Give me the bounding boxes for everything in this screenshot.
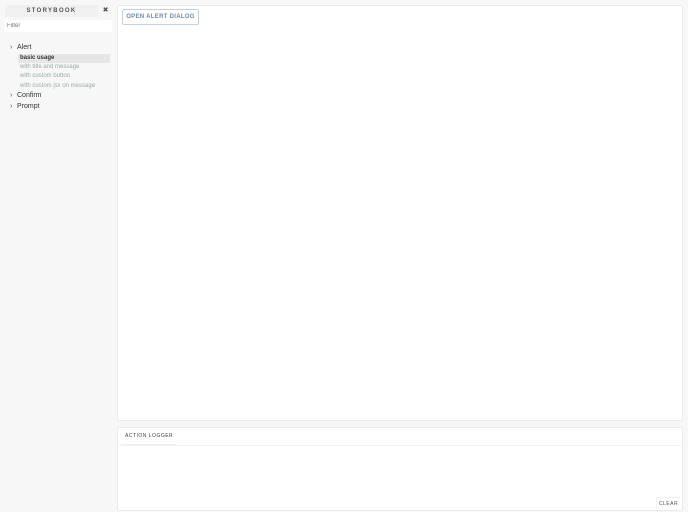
kind-alert[interactable]: › Alert [10, 44, 31, 51]
chevron-right-icon: › [10, 92, 13, 99]
storybook-brand-link[interactable]: STORYBOOK [5, 5, 98, 17]
story-basic-usage[interactable]: basic usage [18, 54, 110, 63]
divider [118, 445, 684, 446]
addon-panel: ACTION LOGGER CLEAR [117, 427, 684, 511]
story-with-title-and-message[interactable]: with title and message [18, 63, 110, 72]
close-icon[interactable]: ✖ [100, 5, 111, 17]
sidebar: STORYBOOK ✖ › Alert basic usage with titl… [0, 0, 116, 512]
open-alert-dialog-button[interactable]: OPEN ALERT DIALOG [122, 9, 199, 25]
story-with-custom-button[interactable]: with custom button [18, 72, 110, 81]
kind-label: Prompt [17, 103, 40, 110]
kind-confirm[interactable]: › Confirm [10, 92, 42, 99]
kind-label: Confirm [17, 92, 42, 99]
chevron-right-icon: › [10, 44, 13, 51]
story-with-custom-jsx[interactable]: with custom jsx on message [18, 82, 110, 91]
tab-action-logger[interactable]: ACTION LOGGER [121, 428, 176, 445]
kind-prompt[interactable]: › Prompt [10, 103, 40, 110]
filter-input[interactable] [4, 20, 112, 32]
chevron-right-icon: › [10, 103, 13, 110]
preview-frame: OPEN ALERT DIALOG [117, 5, 683, 421]
clear-button[interactable]: CLEAR [656, 497, 680, 509]
kind-label: Alert [17, 44, 32, 51]
